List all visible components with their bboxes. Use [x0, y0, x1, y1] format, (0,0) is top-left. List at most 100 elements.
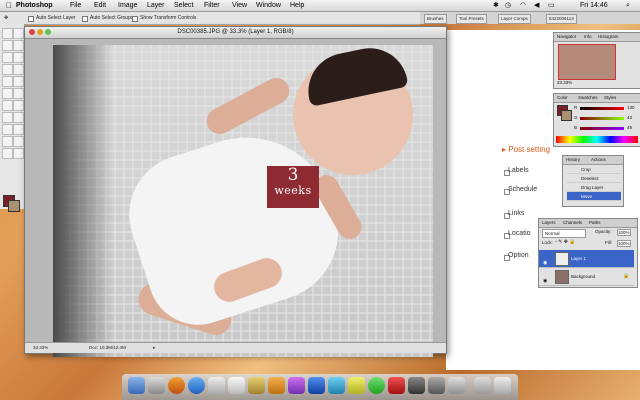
skype-icon[interactable] [368, 377, 385, 394]
eraser-tool-icon[interactable] [2, 88, 13, 99]
safari-icon[interactable] [188, 377, 205, 394]
volume-icon[interactable]: ◀ [534, 0, 539, 11]
clone-stamp-tool-icon[interactable] [2, 76, 13, 87]
actions-tab[interactable]: Actions [591, 157, 606, 163]
history-brush-tool-icon[interactable] [13, 76, 24, 87]
acrobat-icon[interactable] [388, 377, 405, 394]
battery-icon[interactable]: ▭ [548, 0, 555, 11]
stickies-icon[interactable] [348, 377, 365, 394]
blue-value[interactable]: 49 [627, 125, 632, 130]
location-link[interactable]: Locatio [508, 230, 531, 237]
path-selection-tool-icon[interactable] [2, 112, 13, 123]
zoom-level[interactable]: 33.33% [33, 343, 48, 353]
history-item[interactable]: Deselect [567, 174, 621, 183]
swatches-tab[interactable]: Swatches [578, 95, 598, 101]
slice-tool-icon[interactable] [13, 52, 24, 63]
document-title-bar[interactable]: DSC00385.JPG @ 33.3% (Layer 1, RGB/8) [25, 27, 446, 39]
navigator-thumbnail[interactable] [558, 44, 616, 80]
info-tab[interactable]: Info [584, 34, 592, 40]
fill-field[interactable]: 100% [617, 240, 631, 247]
healing-brush-tool-icon[interactable] [2, 64, 13, 75]
menu-filter[interactable]: Filter [204, 0, 220, 11]
blue-slider[interactable] [580, 127, 624, 130]
green-slider[interactable] [580, 117, 624, 120]
layer-row-background[interactable]: ◉ Background 🔒 [539, 268, 634, 286]
layer-comps-tab[interactable]: Layer Comps [498, 14, 531, 24]
post-settings-heading[interactable]: ▸ Post setting [502, 145, 550, 154]
paths-tab[interactable]: Paths [589, 220, 601, 226]
finder-icon[interactable] [128, 377, 145, 394]
red-value[interactable]: 130 [627, 105, 635, 110]
history-item[interactable]: Drag Layer [567, 183, 621, 192]
minimize-window-button[interactable] [37, 29, 43, 35]
links-link[interactable]: Links [508, 210, 524, 217]
zoom-tool-icon[interactable] [13, 148, 24, 159]
pen-tool-icon[interactable] [2, 124, 13, 135]
layers-tab[interactable]: Layers [542, 220, 556, 226]
brush-tool-icon[interactable] [13, 64, 24, 75]
calendar-icon[interactable] [248, 377, 265, 394]
opacity-field[interactable]: 100% [617, 229, 631, 236]
move-tool-icon[interactable] [2, 28, 13, 39]
sync-icon[interactable]: ◷ [505, 0, 511, 11]
canvas-area[interactable]: 3 weeks [53, 45, 433, 357]
histogram-tab[interactable]: Histogram [598, 34, 619, 40]
terminal-icon[interactable] [408, 377, 425, 394]
history-tab[interactable]: History [566, 157, 580, 163]
menu-view[interactable]: View [232, 0, 247, 11]
schedule-link[interactable]: Schedule [508, 186, 537, 193]
green-value[interactable]: 43 [627, 115, 632, 120]
lasso-tool-icon[interactable] [2, 40, 13, 51]
layer-row-layer-1[interactable]: ◉ Layer 1 [539, 250, 634, 268]
menu-help[interactable]: Help [290, 0, 304, 11]
menu-window[interactable]: Window [256, 0, 281, 11]
eyedropper-tool-icon[interactable] [13, 136, 24, 147]
status-menu-arrow-icon[interactable]: ▸ [153, 343, 155, 353]
bluetooth-icon[interactable]: ✱ [493, 0, 499, 11]
zoom-window-button[interactable] [45, 29, 51, 35]
gradient-tool-icon[interactable] [13, 88, 24, 99]
notes-tool-icon[interactable] [2, 136, 13, 147]
preview-icon[interactable] [428, 377, 445, 394]
history-item-selected[interactable]: Move [567, 192, 621, 201]
blend-mode-select[interactable]: Normal [542, 229, 586, 238]
apple-menu-icon[interactable]:  [6, 0, 12, 11]
styles-tab[interactable]: Styles [604, 95, 616, 101]
downloads-stack-icon[interactable] [474, 377, 491, 394]
app-menu[interactable]: Photoshop [16, 0, 53, 11]
menu-image[interactable]: Image [118, 0, 137, 11]
pages-icon[interactable] [268, 377, 285, 394]
mail-icon[interactable] [208, 377, 225, 394]
hand-tool-icon[interactable] [2, 148, 13, 159]
system-preferences-icon[interactable] [448, 377, 465, 394]
navigator-tab[interactable]: Navigator [557, 34, 576, 40]
browser-tab-fragment[interactable]: 5422006113 [546, 14, 577, 24]
wifi-icon[interactable]: ◠ [520, 0, 526, 11]
baby-photo[interactable]: 3 weeks [53, 45, 433, 357]
crop-tool-icon[interactable] [2, 52, 13, 63]
color-tab[interactable]: Color [557, 95, 568, 101]
shape-tool-icon[interactable] [13, 124, 24, 135]
channels-tab[interactable]: Channels [563, 220, 582, 226]
photoshop-icon[interactable] [308, 377, 325, 394]
itunes-icon[interactable] [288, 377, 305, 394]
menu-layer[interactable]: Layer [147, 0, 165, 11]
trash-icon[interactable] [494, 377, 511, 394]
navigator-zoom[interactable]: 33.33% [557, 80, 572, 85]
weeks-badge-layer[interactable]: 3 weeks [267, 166, 319, 208]
magic-wand-tool-icon[interactable] [13, 40, 24, 51]
firefox-icon[interactable] [168, 377, 185, 394]
marquee-tool-icon[interactable] [13, 28, 24, 39]
menu-select[interactable]: Select [174, 0, 193, 11]
clock[interactable]: Fri 14:46 [580, 0, 608, 11]
color-spectrum-bar[interactable] [556, 136, 638, 143]
auto-select-layer-checkbox[interactable] [28, 16, 34, 22]
spotlight-icon[interactable]: ⌕ [626, 0, 630, 11]
background-color-swatch[interactable] [8, 200, 20, 212]
apple-icon[interactable] [228, 377, 245, 394]
show-transform-controls-checkbox[interactable] [132, 16, 138, 22]
iphoto-icon[interactable] [328, 377, 345, 394]
eye-icon[interactable]: ◉ [543, 273, 547, 290]
red-slider[interactable] [580, 107, 624, 110]
menu-file[interactable]: File [70, 0, 81, 11]
